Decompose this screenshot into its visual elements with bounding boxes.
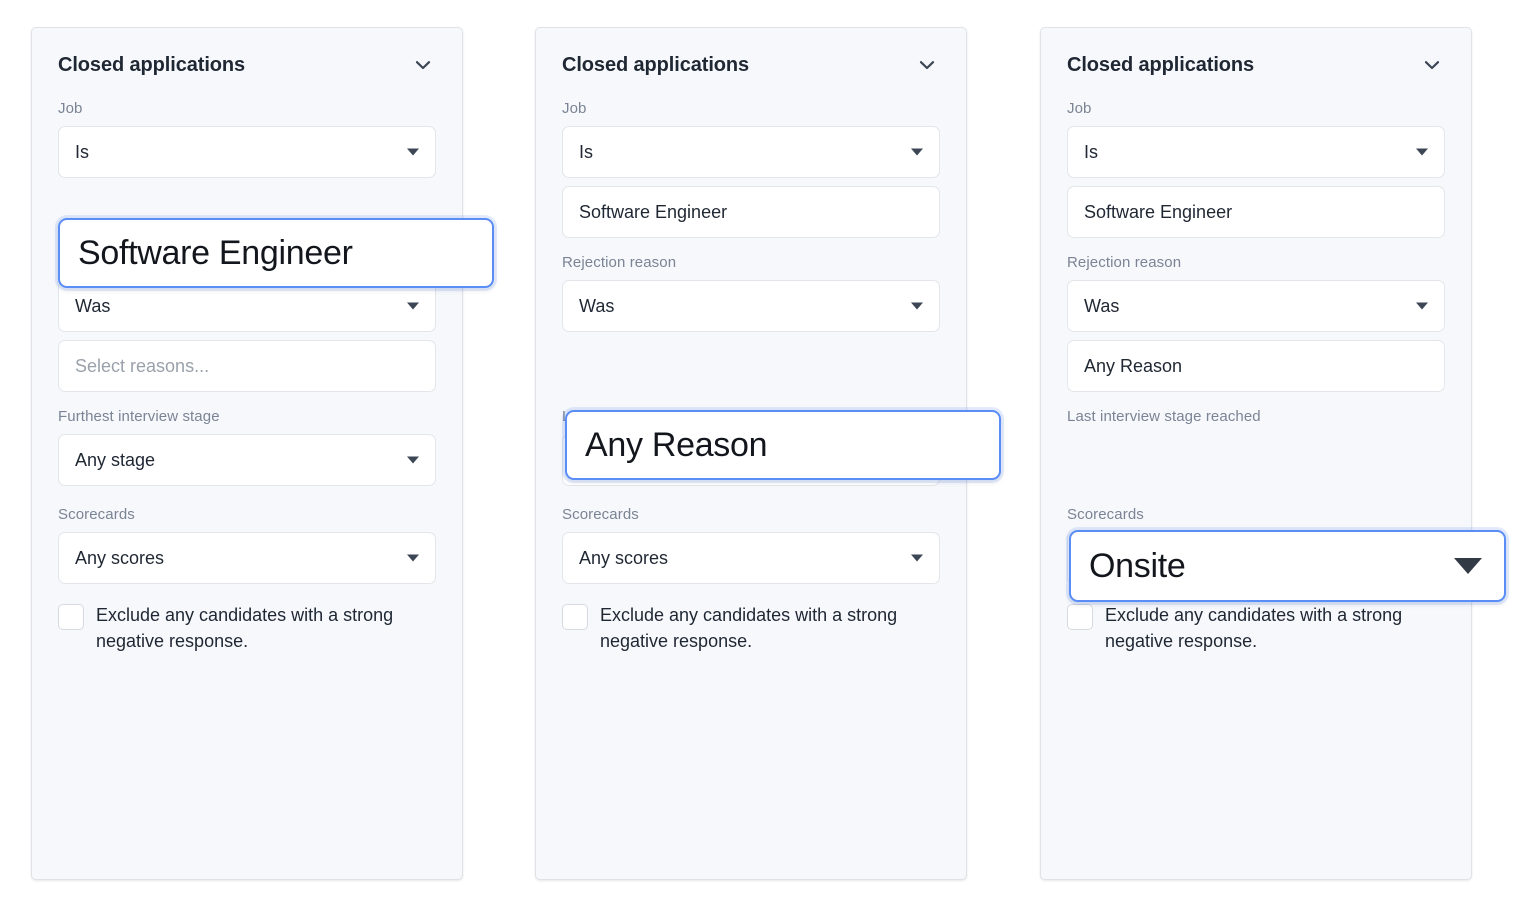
panel-2-rejection-operator-select[interactable]: Was <box>562 280 940 332</box>
panel-1-exclude-checkbox-row[interactable]: Exclude any candidates with a strong neg… <box>58 602 436 654</box>
panel-1-job-label: Job <box>58 100 436 117</box>
panel-2-header: Closed applications <box>562 52 940 78</box>
panel-3-job-label: Job <box>1067 100 1445 117</box>
panel-2-job-value-input[interactable]: Software Engineer <box>562 186 940 238</box>
panel-2-rejection-reason-value-text: Any Reason <box>585 426 767 465</box>
panel-1-job-operator-value: Is <box>75 142 89 163</box>
panel-1-stage-select[interactable]: Any stage <box>58 434 436 486</box>
caret-down-icon <box>911 303 923 310</box>
caret-down-icon <box>1416 149 1428 156</box>
panel-2-rejection-reason-field: Rejection reason Was <box>562 254 940 392</box>
panel-2-job-operator-select[interactable]: Is <box>562 126 940 178</box>
panel-3-rejection-reason-label: Rejection reason <box>1067 254 1445 271</box>
panel-3-stage-slot <box>1067 434 1445 486</box>
panel-3-exclude-checkbox-label: Exclude any candidates with a strong neg… <box>1105 602 1445 654</box>
panel-2-job-value-text: Software Engineer <box>579 202 727 223</box>
panel-3-exclude-checkbox[interactable] <box>1067 604 1093 630</box>
panel-2-job-operator-value: Is <box>579 142 593 163</box>
panel-1-exclude-checkbox-label: Exclude any candidates with a strong neg… <box>96 602 436 654</box>
panel-3-header: Closed applications <box>1067 52 1445 78</box>
panel-3-rejection-reason-field: Rejection reason Was Any Reason <box>1067 254 1445 392</box>
caret-down-icon <box>911 555 923 562</box>
panel-3-content: Closed applications Job Is Software Engi… <box>1041 28 1471 879</box>
caret-down-icon <box>407 555 419 562</box>
panel-2-scorecards-label: Scorecards <box>562 506 940 523</box>
panel-2-job-field: Job Is Software Engineer <box>562 100 940 238</box>
panel-2-rejection-operator-value: Was <box>579 296 614 317</box>
panel-1-scorecards-field: Scorecards Any scores <box>58 506 436 584</box>
caret-down-icon <box>407 303 419 310</box>
panel-2-exclude-checkbox-label: Exclude any candidates with a strong neg… <box>600 602 940 654</box>
panel-2-exclude-checkbox[interactable] <box>562 604 588 630</box>
panel-1-rejection-operator-value: Was <box>75 296 110 317</box>
caret-down-icon <box>1454 558 1482 574</box>
panel-3-stage-field: Last interview stage reached <box>1067 408 1445 486</box>
panel-2-rejection-reason-label: Rejection reason <box>562 254 940 271</box>
panel-3-job-value-input[interactable]: Software Engineer <box>1067 186 1445 238</box>
panel-3-stage-select-focused[interactable]: Onsite <box>1069 530 1506 602</box>
panel-3-exclude-checkbox-row[interactable]: Exclude any candidates with a strong neg… <box>1067 602 1445 654</box>
panel-1-rejection-reasons-input[interactable]: Select reasons... <box>58 340 436 392</box>
caret-down-icon <box>911 149 923 156</box>
panel-1-exclude-checkbox[interactable] <box>58 604 84 630</box>
panel-1-scorecards-value: Any scores <box>75 548 164 569</box>
panel-2-scorecards-value: Any scores <box>579 548 668 569</box>
panel-2-job-label: Job <box>562 100 940 117</box>
panel-3-job-operator-value: Is <box>1084 142 1098 163</box>
filter-panels-comparison: Closed applications Job Is Rej <box>0 0 1532 916</box>
caret-down-icon <box>407 149 419 156</box>
panel-1-stage-field: Furthest interview stage Any stage <box>58 408 436 486</box>
closed-applications-panel-2: Closed applications Job Is Software Engi… <box>535 27 967 880</box>
panel-3-job-operator-select[interactable]: Is <box>1067 126 1445 178</box>
panel-2-scorecards-select[interactable]: Any scores <box>562 532 940 584</box>
panel-1-content: Closed applications Job Is Rej <box>32 28 462 879</box>
panel-1-header: Closed applications <box>58 52 436 78</box>
panel-1-title: Closed applications <box>58 54 245 77</box>
panel-1-job-operator-select[interactable]: Is <box>58 126 436 178</box>
caret-down-icon <box>1416 303 1428 310</box>
panel-1-job-value-text: Software Engineer <box>78 234 353 273</box>
panel-1-stage-label: Furthest interview stage <box>58 408 436 425</box>
caret-down-icon <box>407 457 419 464</box>
panel-3-rejection-operator-select[interactable]: Was <box>1067 280 1445 332</box>
chevron-down-icon[interactable] <box>410 52 436 78</box>
panel-3-job-field: Job Is Software Engineer <box>1067 100 1445 238</box>
panel-2-title: Closed applications <box>562 54 749 77</box>
panel-1-scorecards-select[interactable]: Any scores <box>58 532 436 584</box>
panel-3-stage-label: Last interview stage reached <box>1067 408 1445 425</box>
panel-1-job-value-input-focused[interactable]: Software Engineer <box>58 218 494 288</box>
panel-2-scorecards-field: Scorecards Any scores <box>562 506 940 584</box>
closed-applications-panel-3: Closed applications Job Is Software Engi… <box>1040 27 1472 880</box>
panel-3-rejection-operator-value: Was <box>1084 296 1119 317</box>
panel-2-exclude-checkbox-row[interactable]: Exclude any candidates with a strong neg… <box>562 602 940 654</box>
chevron-down-icon[interactable] <box>1419 52 1445 78</box>
panel-3-rejection-reason-input[interactable]: Any Reason <box>1067 340 1445 392</box>
chevron-down-icon[interactable] <box>914 52 940 78</box>
panel-3-title: Closed applications <box>1067 54 1254 77</box>
panel-3-scorecards-label: Scorecards <box>1067 506 1445 523</box>
panel-3-job-value-text: Software Engineer <box>1084 202 1232 223</box>
panel-1-rejection-reasons-placeholder: Select reasons... <box>75 356 209 377</box>
panel-1-scorecards-label: Scorecards <box>58 506 436 523</box>
panel-2-rejection-reason-input-focused[interactable]: Any Reason <box>565 410 1001 480</box>
panel-1-stage-value: Any stage <box>75 450 155 471</box>
panel-3-stage-value: Onsite <box>1089 547 1185 586</box>
panel-3-rejection-reason-value-text: Any Reason <box>1084 356 1182 377</box>
panel-2-rejection-value-slot <box>562 340 940 392</box>
closed-applications-panel-1: Closed applications Job Is Rej <box>31 27 463 880</box>
